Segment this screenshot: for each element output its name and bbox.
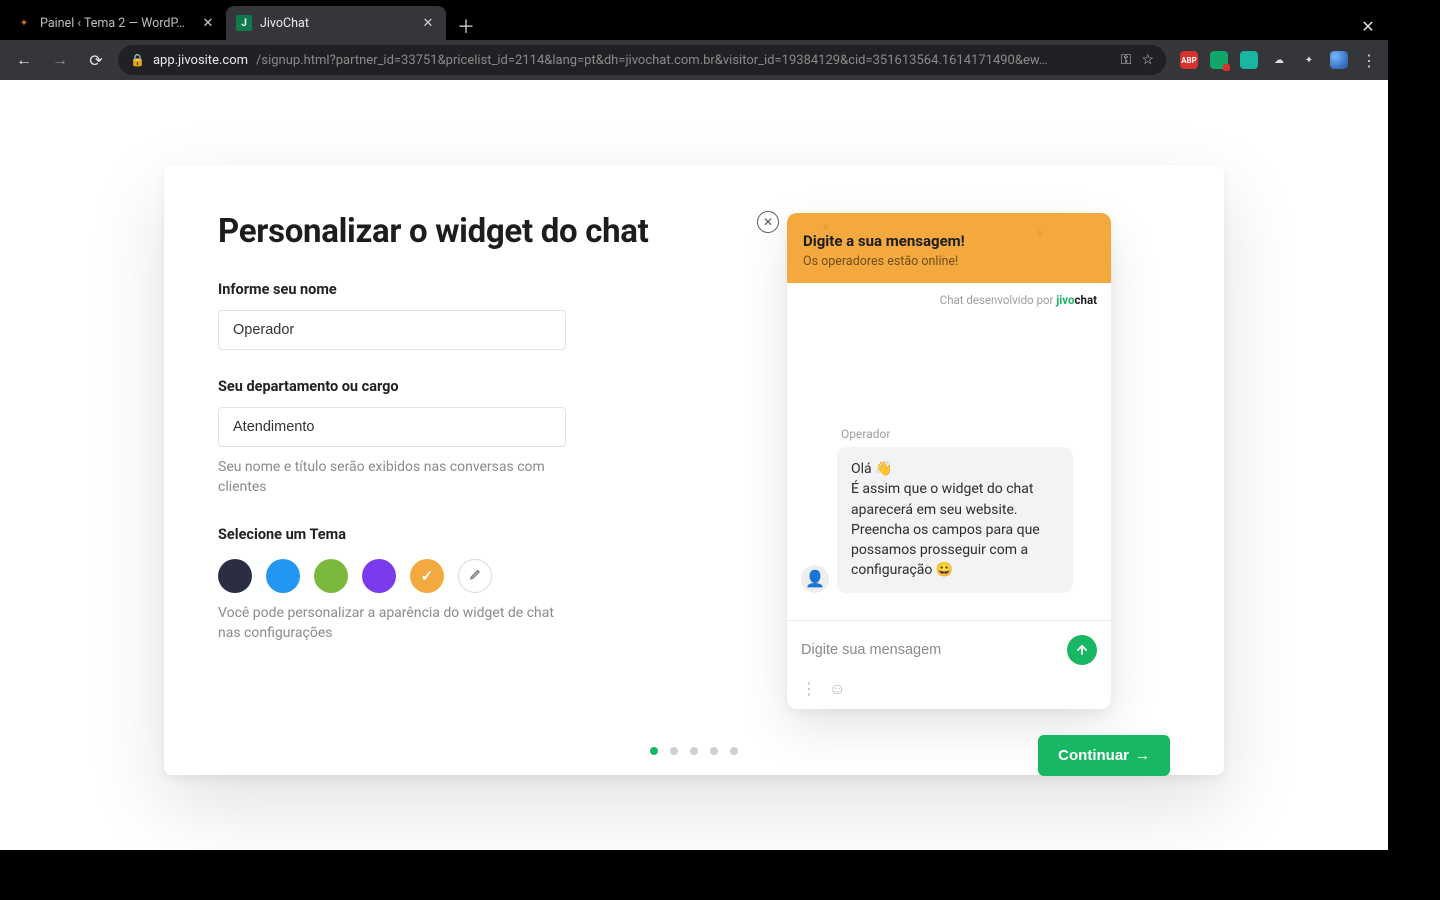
tab-title: Painel ‹ Tema 2 — WordP… <box>40 16 192 31</box>
chat-body: Chat desenvolvido por jivochat Operador … <box>787 283 1111 620</box>
abp-extension-icon[interactable]: ABP <box>1180 51 1198 69</box>
forward-button[interactable]: → <box>46 46 74 74</box>
more-icon[interactable]: ⋮ <box>801 679 817 699</box>
chat-powered-by[interactable]: Chat desenvolvido por jivochat <box>801 293 1097 307</box>
brand-jivo: jivo <box>1056 293 1074 307</box>
theme-swatch-1[interactable] <box>266 559 300 593</box>
content-row: Personalizar o widget do chat Informe se… <box>218 213 1170 721</box>
chat-toolbar: ⋮ ☺ <box>801 679 1097 699</box>
chat-input-row <box>801 635 1097 665</box>
powered-prefix: Chat desenvolvido por <box>940 293 1057 307</box>
profile-avatar-icon[interactable] <box>1330 51 1348 69</box>
chat-header: Digite a sua mensagem! Os operadores est… <box>787 213 1111 283</box>
theme-hint: Você pode personalizar a aparência do wi… <box>218 603 558 644</box>
tab-wordpress[interactable]: ✦ Painel ‹ Tema 2 — WordP… ✕ <box>6 6 226 40</box>
chat-input-area: ⋮ ☺ <box>787 620 1111 709</box>
url-host: app.jivosite.com <box>153 53 248 68</box>
cloud-extension-icon[interactable]: ☁ <box>1270 51 1288 69</box>
chat-dismiss-button[interactable]: ✕ <box>757 211 779 233</box>
theme-swatch-2[interactable] <box>314 559 348 593</box>
extension-icon[interactable] <box>1240 51 1258 69</box>
page-viewport: Personalizar o widget do chat Informe se… <box>0 80 1388 850</box>
step-dot-0[interactable] <box>650 747 658 755</box>
brand-chat: chat <box>1075 293 1097 307</box>
field-theme: Selecione um Tema Você pode personalizar… <box>218 526 688 644</box>
preview-column: ✕ Digite a sua mensagem! Os operadores e… <box>728 213 1170 721</box>
field-department: Seu departamento ou cargo Seu nome e tít… <box>218 378 688 498</box>
name-input[interactable] <box>218 310 566 350</box>
step-dot-4[interactable] <box>730 747 738 755</box>
continue-button[interactable]: Continuar → <box>1038 735 1170 776</box>
message-bubble: Olá 👋É assim que o widget do chat aparec… <box>837 447 1073 593</box>
browser-menu-icon[interactable]: ⋮ <box>1360 51 1378 69</box>
close-icon[interactable]: ✕ <box>420 15 436 31</box>
onboarding-card: Personalizar o widget do chat Informe se… <box>164 165 1224 775</box>
chat-header-subtitle: Os operadores estão online! <box>803 254 1095 269</box>
send-button[interactable] <box>1067 635 1097 665</box>
new-tab-button[interactable]: ＋ <box>452 12 480 40</box>
theme-swatches <box>218 559 688 593</box>
arrow-up-icon <box>1075 643 1089 657</box>
step-dot-1[interactable] <box>670 747 678 755</box>
theme-swatch-4[interactable] <box>410 559 444 593</box>
omnibox-actions: ⚿ ☆ <box>1121 52 1154 68</box>
chat-header-title: Digite a sua mensagem! <box>803 232 1095 250</box>
close-icon: ✕ <box>763 215 773 229</box>
message-row: 👤 Olá 👋É assim que o widget do chat apar… <box>801 447 1097 593</box>
step-dot-3[interactable] <box>710 747 718 755</box>
arrow-right-icon: → <box>1135 747 1150 764</box>
emoji-icon[interactable]: ☺ <box>829 679 845 699</box>
tab-jivochat[interactable]: J JivoChat ✕ <box>226 6 446 40</box>
extensions-button-icon[interactable]: ✦ <box>1300 51 1318 69</box>
page-title: Personalizar o widget do chat <box>218 213 688 251</box>
wordpress-favicon-icon: ✦ <box>16 15 32 31</box>
reload-button[interactable]: ⟳ <box>82 46 110 74</box>
form-column: Personalizar o widget do chat Informe se… <box>218 213 688 721</box>
eyedropper-icon <box>467 568 483 584</box>
field-label-department: Seu departamento ou cargo <box>218 378 688 395</box>
lock-icon: 🔒 <box>130 53 145 67</box>
key-icon[interactable]: ⚿ <box>1121 52 1132 68</box>
browser-window: ✦ Painel ‹ Tema 2 — WordP… ✕ J JivoChat … <box>0 0 1388 850</box>
message-sender-name: Operador <box>841 427 1097 441</box>
field-label-name: Informe seu nome <box>218 281 688 298</box>
close-icon[interactable]: ✕ <box>200 15 216 31</box>
field-label-theme: Selecione um Tema <box>218 526 688 543</box>
address-bar[interactable]: 🔒 app.jivosite.com /signup.html?partner_… <box>118 45 1166 75</box>
browser-toolbar: ← → ⟳ 🔒 app.jivosite.com /signup.html?pa… <box>0 40 1388 80</box>
card-footer: Continuar → <box>218 721 1170 755</box>
department-hint: Seu nome e título serão exibidos nas con… <box>218 457 558 498</box>
color-picker-button[interactable] <box>458 559 492 593</box>
theme-swatch-0[interactable] <box>218 559 252 593</box>
theme-swatch-3[interactable] <box>362 559 396 593</box>
step-dots <box>650 747 738 755</box>
department-input[interactable] <box>218 407 566 447</box>
window-close-button[interactable]: ✕ <box>1354 12 1382 40</box>
operator-avatar-icon: 👤 <box>801 565 829 593</box>
back-button[interactable]: ← <box>10 46 38 74</box>
field-name: Informe seu nome <box>218 281 688 350</box>
jivochat-favicon-icon: J <box>236 15 252 31</box>
star-icon[interactable]: ☆ <box>1141 52 1154 68</box>
tab-title: JivoChat <box>260 16 412 31</box>
tab-strip: ✦ Painel ‹ Tema 2 — WordP… ✕ J JivoChat … <box>0 0 1388 40</box>
url-path: /signup.html?partner_id=33751&pricelist_… <box>256 53 1113 68</box>
chat-widget-preview: Digite a sua mensagem! Os operadores est… <box>787 213 1111 709</box>
continue-label: Continuar <box>1058 747 1129 764</box>
extension-icons: ABP ☁ ✦ ⋮ <box>1174 51 1378 69</box>
step-dot-2[interactable] <box>690 747 698 755</box>
chat-message-input[interactable] <box>801 642 1057 658</box>
extension-icon[interactable] <box>1210 51 1228 69</box>
